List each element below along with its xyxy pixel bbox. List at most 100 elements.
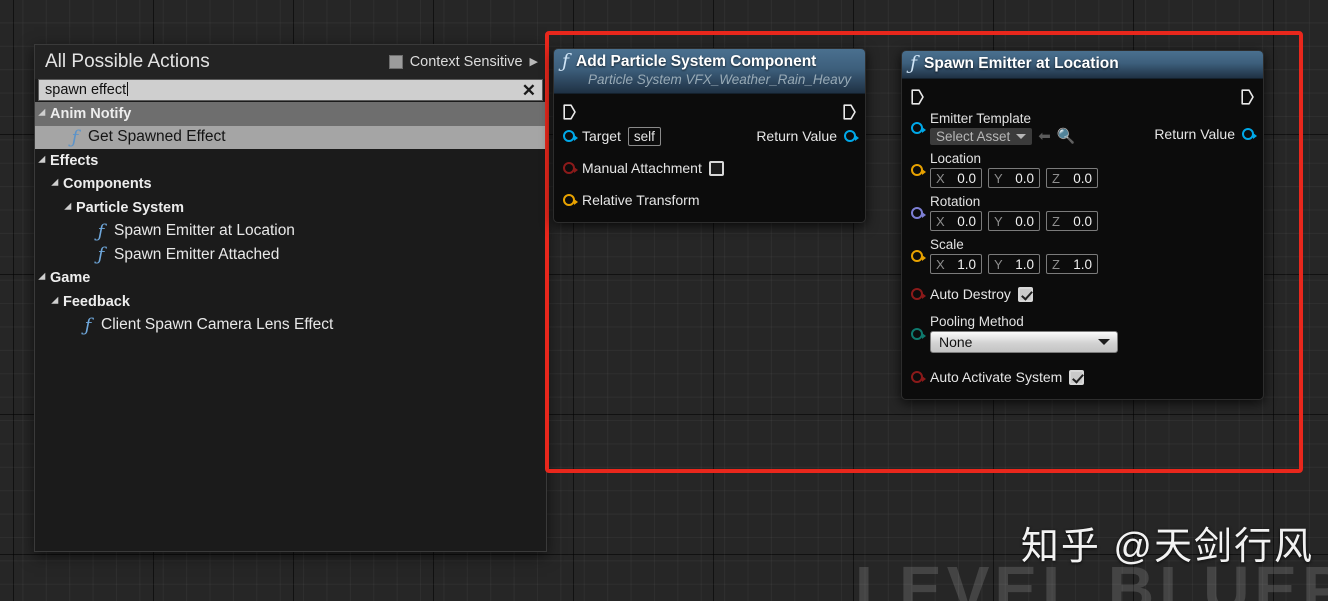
- function-icon: ƒ: [71, 126, 79, 148]
- expander-triangle-icon[interactable]: [51, 296, 62, 308]
- manual-attachment-pin[interactable]: [563, 162, 578, 174]
- function-icon: ƒ: [84, 314, 92, 336]
- search-input[interactable]: spawn effect: [45, 82, 522, 98]
- tree-action-row[interactable]: ƒ Spawn Emitter Attached: [35, 243, 546, 267]
- function-icon: ƒ: [562, 50, 570, 72]
- scale-z-field[interactable]: Z 1.0: [1046, 254, 1098, 274]
- scale-y-field[interactable]: Y 1.0: [988, 254, 1040, 274]
- location-z-field[interactable]: Z 0.0: [1046, 168, 1098, 188]
- pooling-method-pin[interactable]: [911, 327, 926, 340]
- all-possible-actions-panel[interactable]: All Possible Actions Context Sensitive ▶…: [34, 44, 547, 552]
- return-value-output-pin[interactable]: [1242, 128, 1257, 140]
- auto-destroy-row: Auto Destroy: [902, 282, 1263, 306]
- manual-attachment-checkbox[interactable]: [708, 160, 724, 176]
- auto-activate-system-checkbox[interactable]: [1069, 369, 1085, 385]
- relative-transform-pin[interactable]: [563, 194, 578, 206]
- return-value-output-pin[interactable]: [844, 130, 859, 142]
- location-label: Location: [930, 151, 982, 166]
- auto-activate-system-pin[interactable]: [911, 371, 926, 383]
- scale-x-field[interactable]: X 1.0: [930, 254, 982, 274]
- chevron-down-icon[interactable]: [1098, 339, 1110, 345]
- node-add-particle-system-component[interactable]: ƒ Add Particle System Component Particle…: [553, 48, 866, 223]
- context-sensitive-toggle[interactable]: Context Sensitive ▶: [388, 54, 538, 70]
- exec-input-pin[interactable]: [563, 104, 576, 120]
- expander-triangle-icon[interactable]: [51, 178, 62, 190]
- exec-pin-row: [554, 100, 865, 124]
- manual-attachment-row: Manual Attachment: [554, 156, 865, 180]
- context-sensitive-checkbox[interactable]: [388, 55, 403, 69]
- browse-asset-icon[interactable]: 🔍: [1057, 129, 1076, 144]
- page-title: All Possible Actions: [45, 51, 210, 72]
- tree-category-label: Anim Notify: [50, 105, 132, 122]
- tree-category-row[interactable]: Components: [35, 173, 546, 197]
- location-y-field[interactable]: Y 0.0: [988, 168, 1040, 188]
- tree-category-row[interactable]: Anim Notify: [35, 102, 546, 126]
- select-asset-label: Select Asset: [936, 129, 1011, 144]
- tree-action-label: Client Spawn Camera Lens Effect: [101, 316, 334, 334]
- target-label: Target: [582, 128, 621, 144]
- tree-action-label: Get Spawned Effect: [88, 128, 226, 146]
- node-spawn-emitter-at-location[interactable]: ƒ Spawn Emitter at Location Emitter Temp…: [901, 50, 1264, 400]
- rotation-vector-input[interactable]: X 0.0 Y 0.0 Z 0.0: [930, 211, 1098, 231]
- rotation-label: Rotation: [930, 194, 981, 209]
- relative-transform-label: Relative Transform: [582, 192, 700, 208]
- rotation-x-value: 0.0: [957, 213, 976, 229]
- rotation-row: Rotation X 0.0 Y 0.0 Z 0.0: [902, 190, 1263, 233]
- expander-triangle-icon[interactable]: [64, 202, 75, 214]
- manual-attachment-label: Manual Attachment: [582, 160, 702, 176]
- rotation-x-field[interactable]: X 0.0: [930, 211, 982, 231]
- node-header[interactable]: ƒ Add Particle System Component Particle…: [554, 49, 865, 94]
- exec-pin-row: [902, 85, 1263, 109]
- target-pin-row: Target self: [554, 124, 670, 148]
- tree-category-row[interactable]: Particle System: [35, 196, 546, 220]
- pooling-method-row: Pooling Method None: [902, 306, 1263, 355]
- return-value-pin-row: Return Value: [1145, 109, 1263, 142]
- tree-category-row[interactable]: Feedback: [35, 290, 546, 314]
- exec-output-pin[interactable]: [1241, 89, 1254, 105]
- axis-label-z: Z: [1052, 256, 1060, 272]
- pooling-method-select[interactable]: None: [930, 331, 1118, 353]
- clear-search-icon[interactable]: ✕: [522, 82, 538, 99]
- search-field[interactable]: spawn effect ✕: [38, 79, 543, 101]
- scale-x-value: 1.0: [957, 256, 976, 272]
- target-self-value[interactable]: self: [627, 126, 661, 146]
- tree-category-row[interactable]: Effects: [35, 149, 546, 173]
- location-vector-input[interactable]: X 0.0 Y 0.0 Z 0.0: [930, 168, 1098, 188]
- location-x-field[interactable]: X 0.0: [930, 168, 982, 188]
- blueprint-graph-canvas[interactable]: LEVEL BLUEP All Possible Actions Context…: [0, 0, 1328, 601]
- auto-activate-system-label: Auto Activate System: [930, 369, 1063, 385]
- rotation-z-field[interactable]: Z 0.0: [1046, 211, 1098, 231]
- node-title: Spawn Emitter at Location: [924, 54, 1119, 72]
- expander-triangle-icon[interactable]: [38, 155, 49, 167]
- expander-triangle-icon[interactable]: [38, 272, 49, 284]
- location-pin[interactable]: [911, 163, 926, 176]
- tree-action-row[interactable]: ƒ Get Spawned Effect: [35, 125, 546, 149]
- tree-action-row[interactable]: ƒ Client Spawn Camera Lens Effect: [35, 314, 546, 338]
- actions-tree[interactable]: Anim Notify ƒ Get Spawned Effect Effects Com…: [35, 101, 546, 551]
- exec-input-pin[interactable]: [911, 89, 924, 105]
- node-header[interactable]: ƒ Spawn Emitter at Location: [902, 51, 1263, 79]
- emitter-template-label: Emitter Template: [930, 111, 1032, 126]
- auto-destroy-checkbox[interactable]: [1017, 286, 1033, 302]
- use-selected-asset-icon[interactable]: ⬅: [1038, 129, 1051, 144]
- chevron-down-icon[interactable]: [1016, 134, 1027, 139]
- emitter-template-pin[interactable]: [911, 122, 926, 134]
- tree-category-row[interactable]: Game: [35, 267, 546, 291]
- tree-action-label: Spawn Emitter Attached: [114, 245, 280, 263]
- rotation-pin[interactable]: [911, 206, 926, 219]
- zhihu-watermark: 知乎 @天剑行风: [1020, 526, 1314, 568]
- scale-vector-input[interactable]: X 1.0 Y 1.0 Z 1.0: [930, 254, 1098, 274]
- exec-output-pin[interactable]: [843, 104, 856, 120]
- target-input-pin[interactable]: [563, 130, 578, 142]
- tree-action-row[interactable]: ƒ Spawn Emitter at Location: [35, 220, 546, 244]
- expander-triangle-icon[interactable]: [38, 108, 49, 120]
- auto-destroy-pin[interactable]: [911, 288, 926, 300]
- chevron-right-icon[interactable]: ▶: [530, 56, 538, 68]
- emitter-template-asset-picker[interactable]: Select Asset ⬅ 🔍: [930, 128, 1076, 145]
- tree-category-label: Game: [50, 270, 91, 287]
- axis-label-y: Y: [994, 213, 1003, 229]
- rotation-y-field[interactable]: Y 0.0: [988, 211, 1040, 231]
- select-asset-button[interactable]: Select Asset: [930, 128, 1033, 145]
- axis-label-z: Z: [1052, 213, 1060, 229]
- scale-pin[interactable]: [911, 249, 926, 262]
